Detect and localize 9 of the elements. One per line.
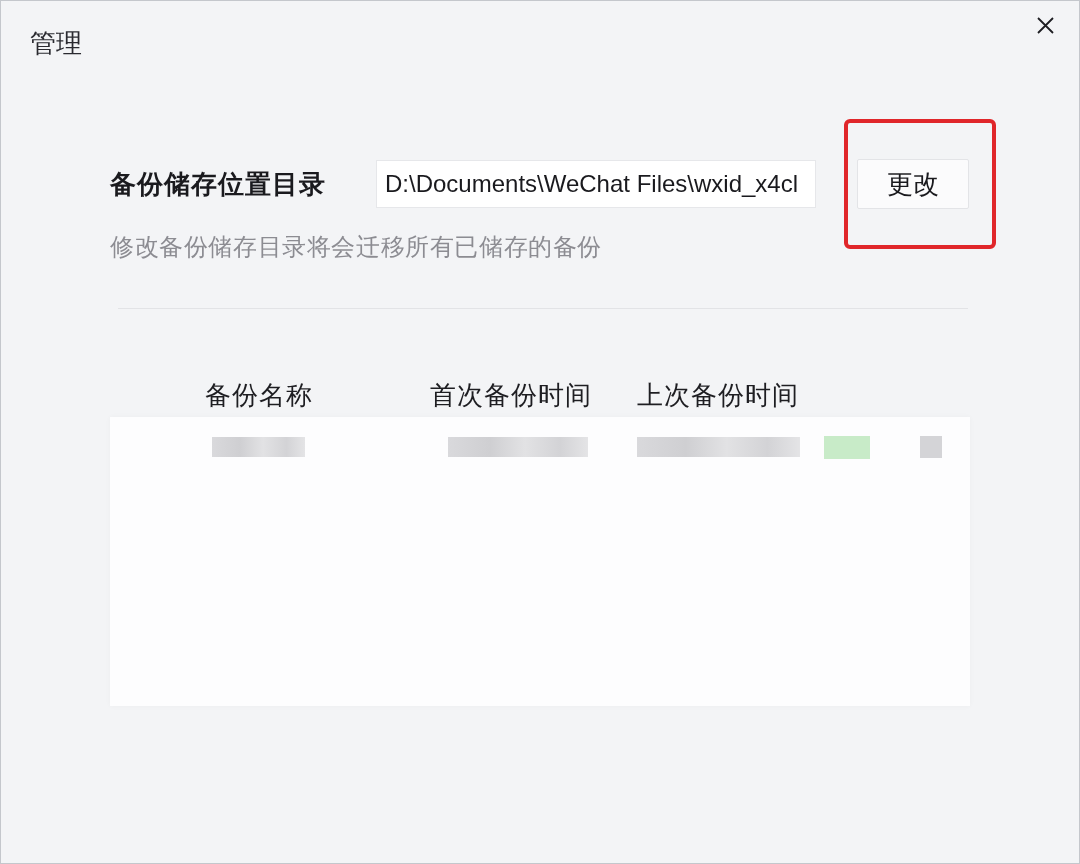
change-button[interactable]: 更改: [857, 159, 969, 209]
window-title: 管理: [30, 28, 82, 58]
close-icon[interactable]: [1037, 17, 1054, 34]
path-field[interactable]: D:\Documents\WeChat Files\wxid_x4cl: [376, 160, 816, 208]
field-label: 备份储存位置目录: [110, 168, 326, 200]
column-header: 上次备份时间: [637, 379, 799, 411]
column-header: 首次备份时间: [430, 379, 592, 411]
column-header: 备份名称: [205, 379, 313, 411]
hint-text: 修改备份储存目录将会迁移所有已储存的备份: [110, 232, 602, 261]
